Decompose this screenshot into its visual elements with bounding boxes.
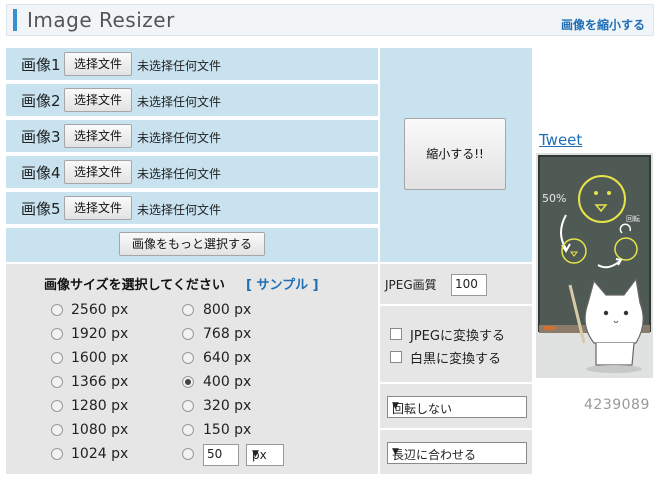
tweet-link[interactable]: Tweet: [539, 131, 582, 149]
file-status-5: 未选择任何文件: [137, 203, 222, 217]
mascot-chalkboard-illustration: 50% 回転: [536, 153, 653, 378]
size-label-2560: 2560 px: [71, 302, 129, 318]
visitor-counter: 4239089: [584, 397, 650, 413]
file-row-3: 画像3 选择文件 未选择任何文件: [6, 120, 378, 154]
custom-size-input[interactable]: 50: [203, 444, 239, 466]
convert-jpeg-checkbox[interactable]: [390, 328, 402, 340]
rotate-select[interactable]: 回転しない ▼: [387, 396, 527, 418]
choose-file-button-4[interactable]: 选择文件: [64, 160, 132, 184]
size-radio-1600[interactable]: [51, 352, 63, 364]
choose-file-button-2[interactable]: 选择文件: [64, 88, 132, 112]
shrink-button[interactable]: 縮小する!!: [404, 118, 506, 190]
size-radio-320[interactable]: [182, 400, 194, 412]
fit-cell: 長辺に合わせる ▼: [380, 430, 532, 474]
size-radio-800[interactable]: [182, 304, 194, 316]
header-accent-bar: [13, 9, 17, 31]
size-radio-1024[interactable]: [51, 448, 63, 460]
jpeg-quality-label: JPEG画質: [385, 278, 437, 292]
size-radio-768[interactable]: [182, 328, 194, 340]
file-label-5: 画像5: [21, 200, 61, 218]
size-label-1080: 1080 px: [71, 422, 129, 438]
size-label-1024: 1024 px: [71, 446, 129, 462]
file-label-3: 画像3: [21, 128, 61, 146]
size-radio-640[interactable]: [182, 352, 194, 364]
size-unit-select[interactable]: px ▼: [246, 444, 284, 466]
jpeg-quality-cell: JPEG画質 100: [380, 264, 532, 304]
size-label-150: 150 px: [203, 422, 252, 438]
convert-jpeg-label: JPEGに変換する: [410, 329, 505, 344]
size-radio-1920[interactable]: [51, 328, 63, 340]
size-radio-1280[interactable]: [51, 400, 63, 412]
size-label-1280: 1280 px: [71, 398, 129, 414]
convert-mono-label: 白黒に変換する: [410, 352, 502, 367]
file-row-2: 画像2 选择文件 未选择任何文件: [6, 84, 378, 118]
size-label-768: 768 px: [203, 326, 252, 342]
size-label-1600: 1600 px: [71, 350, 129, 366]
choose-file-button-3[interactable]: 选择文件: [64, 124, 132, 148]
sample-link[interactable]: [ サンプル ]: [246, 274, 319, 293]
choose-file-button-5[interactable]: 选择文件: [64, 196, 132, 220]
convert-cell: JPEGに変換する 白黒に変換する: [380, 306, 532, 382]
size-label-400: 400 px: [203, 374, 252, 390]
size-radio-1366[interactable]: [51, 376, 63, 388]
size-radio-custom[interactable]: [182, 448, 194, 460]
choose-file-button-1[interactable]: 选择文件: [64, 52, 132, 76]
chevron-down-icon: ▼: [392, 447, 399, 457]
jpeg-quality-input[interactable]: 100: [451, 274, 487, 296]
size-label-1920: 1920 px: [71, 326, 129, 342]
app-header: Image Resizer 画像を縮小する: [6, 4, 654, 36]
file-status-4: 未选择任何文件: [137, 167, 222, 181]
chalk-rotate-label: 回転: [626, 215, 640, 223]
file-status-3: 未选择任何文件: [137, 131, 222, 145]
size-label-800: 800 px: [203, 302, 252, 318]
file-row-1: 画像1 选择文件 未选择任何文件: [6, 48, 378, 82]
file-status-2: 未选择任何文件: [137, 95, 222, 109]
file-status-1: 未选择任何文件: [137, 59, 222, 73]
size-heading: 画像サイズを選択してください: [44, 278, 225, 293]
file-row-4: 画像4 选择文件 未选择任何文件: [6, 156, 378, 190]
size-radio-1080[interactable]: [51, 424, 63, 436]
file-label-4: 画像4: [21, 164, 61, 182]
convert-mono-checkbox[interactable]: [390, 351, 402, 363]
fit-select[interactable]: 長辺に合わせる ▼: [387, 442, 527, 464]
shrink-image-link[interactable]: 画像を縮小する: [561, 16, 645, 33]
size-label-1366: 1366 px: [71, 374, 129, 390]
shrink-cell: 縮小する!!: [380, 48, 532, 262]
chevron-down-icon: ▼: [392, 401, 399, 411]
file-row-5: 画像5 选择文件 未选择任何文件: [6, 192, 378, 226]
chevron-down-icon: ▼: [252, 449, 259, 459]
file-label-2: 画像2: [21, 92, 61, 110]
size-radio-2560[interactable]: [51, 304, 63, 316]
select-more-images-button[interactable]: 画像をもっと選択する: [119, 232, 265, 256]
size-label-320: 320 px: [203, 398, 252, 414]
size-radio-150[interactable]: [182, 424, 194, 436]
size-label-640: 640 px: [203, 350, 252, 366]
rotate-cell: 回転しない ▼: [380, 384, 532, 428]
more-images-row: 画像をもっと選択する: [6, 228, 378, 262]
size-radio-400[interactable]: [182, 376, 194, 388]
app-title: Image Resizer: [27, 8, 175, 32]
chalk-percent-label: 50%: [542, 192, 566, 205]
size-panel: 画像サイズを選択してください [ サンプル ] 2560 px 1920 px …: [6, 264, 378, 474]
file-label-1: 画像1: [21, 56, 61, 74]
